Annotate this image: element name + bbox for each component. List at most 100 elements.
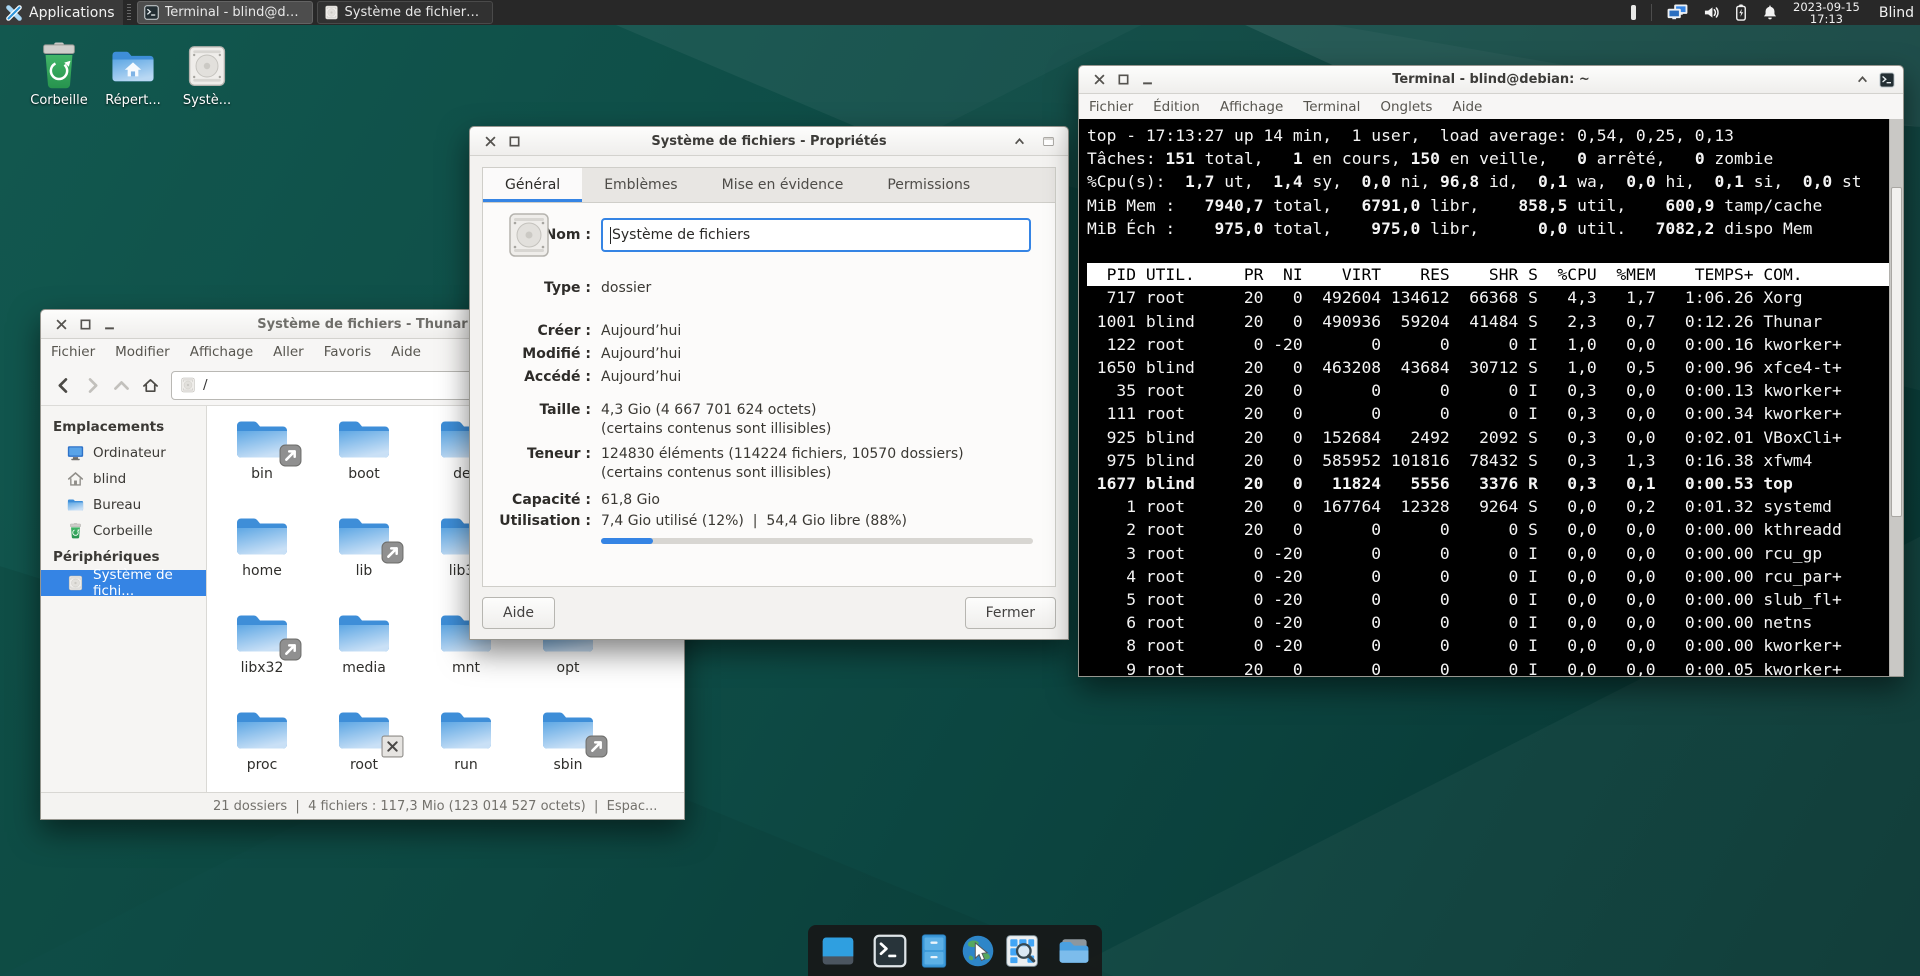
dock-web-browser-button[interactable] — [960, 932, 996, 970]
folder-root[interactable]: root — [313, 701, 415, 798]
sidebar-item-bureau[interactable]: Bureau — [41, 492, 206, 518]
folder-icon — [336, 417, 392, 462]
maximize-icon[interactable] — [1111, 71, 1135, 89]
folder-label: opt — [557, 660, 580, 676]
menu-fichier[interactable]: Fichier — [41, 344, 105, 360]
shade-icon[interactable] — [1850, 71, 1874, 89]
property-label: Type : — [491, 279, 591, 298]
dock-file-cabinet-button[interactable] — [916, 932, 952, 970]
folder-proc[interactable]: proc — [211, 701, 313, 798]
maximize-icon[interactable] — [73, 315, 97, 333]
folder-run[interactable]: run — [415, 701, 517, 798]
network-display-icon — [1667, 4, 1688, 21]
network-display-tray[interactable] — [1667, 4, 1688, 21]
sidebar-item-label: Ordinateur — [93, 445, 166, 461]
desktop-icon-rpert[interactable]: Répert... — [96, 42, 170, 108]
scrollbar-thumb[interactable] — [1891, 187, 1902, 517]
close-icon[interactable] — [1087, 71, 1111, 89]
computer-icon — [67, 445, 84, 461]
menu-aide[interactable]: Aide — [381, 344, 431, 360]
menu-modifier[interactable]: Modifier — [105, 344, 180, 360]
notifications-icon — [1762, 5, 1778, 21]
close-button[interactable]: Fermer — [965, 597, 1056, 629]
menu-onglets[interactable]: Onglets — [1370, 99, 1442, 115]
tab-permissions[interactable]: Permissions — [865, 168, 992, 202]
desktop-icon-syst[interactable]: Systè... — [170, 42, 244, 108]
drive-icon — [180, 377, 196, 393]
terminal-scrollbar[interactable] — [1889, 119, 1903, 676]
shade-icon[interactable] — [1007, 132, 1031, 150]
clock[interactable]: 2023-09-1517:13 — [1793, 1, 1860, 25]
dialog-content: Nom : Système de fichiers Type :dossierC… — [483, 203, 1055, 544]
close-icon[interactable] — [49, 315, 73, 333]
taskbar-window-button[interactable]: Terminal - blind@debia... — [137, 1, 313, 24]
close-icon[interactable] — [478, 132, 502, 150]
folder-home[interactable]: home — [211, 507, 313, 604]
dock-app-finder-button[interactable] — [1004, 932, 1040, 970]
taskbar-window-label: Terminal - blind@debia... — [165, 5, 306, 20]
volume-tray[interactable] — [1703, 5, 1720, 20]
terminal-titlebar[interactable]: Terminal - blind@debian: ~ — [1079, 66, 1903, 94]
sidebar-item-systmedefichi[interactable]: Système de fichi... — [41, 570, 206, 596]
folder-media[interactable]: media — [313, 604, 415, 701]
property-row: Teneur :124830 éléments (114224 fichiers… — [491, 445, 1031, 483]
property-value-text: 61,8 Gio — [601, 491, 1031, 510]
volume-icon — [1703, 5, 1720, 20]
dock-show-desktop-button[interactable] — [820, 932, 856, 970]
process-row: 6 root 0 -20 0 0 0 I 0,0 0,0 0:00.00 net… — [1087, 611, 1889, 634]
menu-aide[interactable]: Aide — [1442, 99, 1492, 115]
folder-libx32[interactable]: libx32 — [211, 604, 313, 701]
sidebar-item-corbeille[interactable]: Corbeille — [41, 518, 206, 544]
menu-aller[interactable]: Aller — [263, 344, 314, 360]
applications-menu-button[interactable]: Applications — [0, 0, 123, 25]
notifications-tray[interactable] — [1762, 5, 1778, 21]
terminal-screen[interactable]: top - 17:13:27 up 14 min, 1 user, load a… — [1079, 119, 1889, 676]
folder-bin[interactable]: bin — [211, 410, 313, 507]
tab-mise-en-vidence[interactable]: Mise en évidence — [700, 168, 866, 202]
menu-affichage[interactable]: Affichage — [180, 344, 263, 360]
dock-terminal-button[interactable] — [872, 932, 908, 970]
name-input[interactable]: Système de fichiers — [601, 218, 1031, 252]
taskbar-window-button[interactable]: Système de fichiers - Th... — [317, 1, 493, 24]
forward-icon[interactable] — [84, 377, 101, 394]
property-label: Accédé : — [491, 366, 591, 389]
battery-icon — [1735, 4, 1747, 21]
up-icon[interactable] — [113, 377, 130, 394]
folder-label: proc — [247, 757, 278, 773]
top-summary-line: MiB Mem : 7940,7 total, 6791,0 libr, 858… — [1087, 194, 1889, 217]
path-text: / — [203, 377, 208, 393]
menu-terminal[interactable]: Terminal — [1293, 99, 1370, 115]
property-label: Modifié : — [491, 343, 591, 366]
dock-folder-button[interactable] — [1056, 932, 1092, 970]
folder-icon — [234, 708, 290, 753]
sidebar-item-blind[interactable]: blind — [41, 466, 206, 492]
blank-line — [1087, 240, 1889, 263]
tab-embl-mes[interactable]: Emblèmes — [582, 168, 699, 202]
tab-g-n-ral[interactable]: Général — [483, 168, 582, 202]
menu-fichier[interactable]: Fichier — [1079, 99, 1143, 115]
dialog-title: Système de fichiers - Propriétés — [470, 134, 1068, 149]
home-icon[interactable] — [142, 377, 159, 394]
minimize-icon[interactable] — [97, 315, 121, 333]
minimize-icon[interactable] — [1135, 71, 1159, 89]
menu-favoris[interactable]: Favoris — [314, 344, 381, 360]
battery-tray[interactable] — [1735, 4, 1747, 21]
help-button[interactable]: Aide — [482, 597, 555, 629]
process-row: 4 root 0 -20 0 0 0 I 0,0 0,0 0:00.00 rcu… — [1087, 565, 1889, 588]
dialog-titlebar[interactable]: Système de fichiers - Propriétés — [470, 127, 1068, 156]
tray-separator — [1651, 4, 1652, 21]
menu-édition[interactable]: Édition — [1143, 99, 1210, 115]
menu-affichage[interactable]: Affichage — [1210, 99, 1293, 115]
process-row: 2 root 20 0 0 0 0 S 0,0 0,0 0:00.00 kthr… — [1087, 518, 1889, 541]
folder-lib[interactable]: lib — [313, 507, 415, 604]
maximize-icon[interactable] — [502, 132, 526, 150]
tray-indicator — [1631, 5, 1636, 20]
sidebar-section-header: Emplacements — [41, 414, 206, 440]
desktop-icon-corbeille[interactable]: Corbeille — [22, 42, 96, 108]
property-value-text: 124830 éléments (114224 fichiers, 10570 … — [601, 445, 1031, 464]
top-summary-line: Tâches: 151 total, 1 en cours, 150 en ve… — [1087, 147, 1889, 170]
folder-boot[interactable]: boot — [313, 410, 415, 507]
folder-sbin[interactable]: sbin — [517, 701, 619, 798]
back-icon[interactable] — [55, 377, 72, 394]
sidebar-item-ordinateur[interactable]: Ordinateur — [41, 440, 206, 466]
